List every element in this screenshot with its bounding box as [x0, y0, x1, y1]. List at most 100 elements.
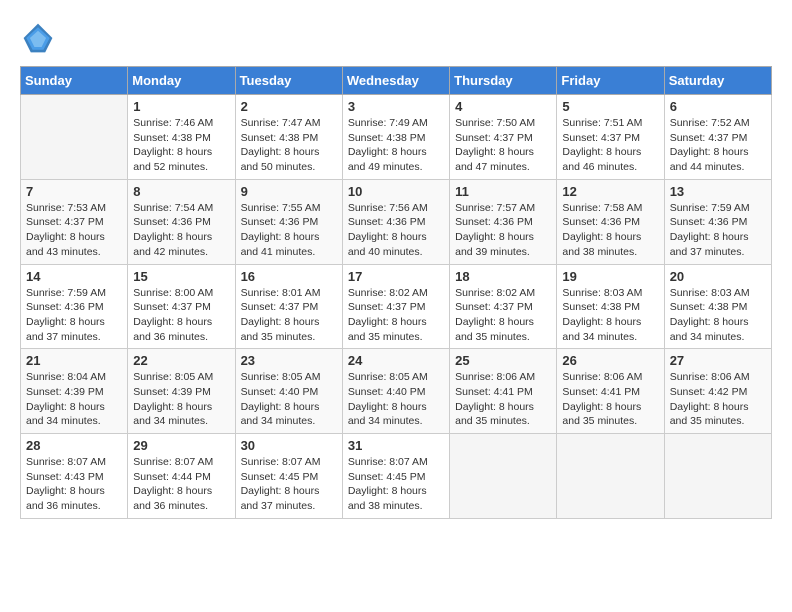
day-info: Sunrise: 7:47 AM Sunset: 4:38 PM Dayligh… [241, 116, 337, 175]
day-info: Sunrise: 8:01 AM Sunset: 4:37 PM Dayligh… [241, 286, 337, 345]
weekday-header-row: SundayMondayTuesdayWednesdayThursdayFrid… [21, 67, 772, 95]
calendar-cell: 21 Sunrise: 8:04 AM Sunset: 4:39 PM Dayli… [21, 349, 128, 434]
day-number: 11 [455, 184, 551, 199]
day-number: 24 [348, 353, 444, 368]
day-info: Sunrise: 7:55 AM Sunset: 4:36 PM Dayligh… [241, 201, 337, 260]
calendar-cell: 10 Sunrise: 7:56 AM Sunset: 4:36 PM Dayli… [342, 179, 449, 264]
day-info: Sunrise: 7:59 AM Sunset: 4:36 PM Dayligh… [670, 201, 766, 260]
calendar-cell [21, 95, 128, 180]
weekday-header-monday: Monday [128, 67, 235, 95]
calendar-cell: 7 Sunrise: 7:53 AM Sunset: 4:37 PM Daylig… [21, 179, 128, 264]
day-number: 5 [562, 99, 658, 114]
day-info: Sunrise: 8:00 AM Sunset: 4:37 PM Dayligh… [133, 286, 229, 345]
calendar-cell: 13 Sunrise: 7:59 AM Sunset: 4:36 PM Dayli… [664, 179, 771, 264]
day-number: 23 [241, 353, 337, 368]
day-number: 13 [670, 184, 766, 199]
calendar-cell: 29 Sunrise: 8:07 AM Sunset: 4:44 PM Dayli… [128, 434, 235, 519]
day-info: Sunrise: 7:58 AM Sunset: 4:36 PM Dayligh… [562, 201, 658, 260]
day-number: 2 [241, 99, 337, 114]
day-number: 17 [348, 269, 444, 284]
day-number: 28 [26, 438, 122, 453]
day-number: 8 [133, 184, 229, 199]
day-info: Sunrise: 7:54 AM Sunset: 4:36 PM Dayligh… [133, 201, 229, 260]
day-info: Sunrise: 8:03 AM Sunset: 4:38 PM Dayligh… [562, 286, 658, 345]
calendar-cell: 12 Sunrise: 7:58 AM Sunset: 4:36 PM Dayli… [557, 179, 664, 264]
calendar-table: SundayMondayTuesdayWednesdayThursdayFrid… [20, 66, 772, 519]
day-number: 7 [26, 184, 122, 199]
day-info: Sunrise: 8:03 AM Sunset: 4:38 PM Dayligh… [670, 286, 766, 345]
page-header [20, 20, 772, 56]
calendar-week-5: 28 Sunrise: 8:07 AM Sunset: 4:43 PM Dayli… [21, 434, 772, 519]
day-number: 4 [455, 99, 551, 114]
calendar-cell: 3 Sunrise: 7:49 AM Sunset: 4:38 PM Daylig… [342, 95, 449, 180]
calendar-week-4: 21 Sunrise: 8:04 AM Sunset: 4:39 PM Dayli… [21, 349, 772, 434]
calendar-cell: 11 Sunrise: 7:57 AM Sunset: 4:36 PM Dayli… [450, 179, 557, 264]
day-number: 15 [133, 269, 229, 284]
calendar-cell: 25Sunrise: 8:06 AM Sunset: 4:41 PM Dayli… [450, 349, 557, 434]
day-info: Sunrise: 8:06 AM Sunset: 4:41 PM Dayligh… [455, 370, 551, 429]
day-info: Sunrise: 8:02 AM Sunset: 4:37 PM Dayligh… [455, 286, 551, 345]
day-number: 14 [26, 269, 122, 284]
calendar-cell: 27Sunrise: 8:06 AM Sunset: 4:42 PM Dayli… [664, 349, 771, 434]
day-info: Sunrise: 8:07 AM Sunset: 4:45 PM Dayligh… [241, 455, 337, 514]
weekday-header-friday: Friday [557, 67, 664, 95]
day-info: Sunrise: 8:02 AM Sunset: 4:37 PM Dayligh… [348, 286, 444, 345]
weekday-header-thursday: Thursday [450, 67, 557, 95]
day-info: Sunrise: 8:05 AM Sunset: 4:39 PM Dayligh… [133, 370, 229, 429]
calendar-cell: 14 Sunrise: 7:59 AM Sunset: 4:36 PM Dayli… [21, 264, 128, 349]
day-number: 20 [670, 269, 766, 284]
day-number: 1 [133, 99, 229, 114]
calendar-cell: 1 Sunrise: 7:46 AM Sunset: 4:38 PM Daylig… [128, 95, 235, 180]
calendar-cell: 20 Sunrise: 8:03 AM Sunset: 4:38 PM Dayli… [664, 264, 771, 349]
calendar-cell: 18 Sunrise: 8:02 AM Sunset: 4:37 PM Dayli… [450, 264, 557, 349]
calendar-cell: 22 Sunrise: 8:05 AM Sunset: 4:39 PM Dayli… [128, 349, 235, 434]
day-info: Sunrise: 7:56 AM Sunset: 4:36 PM Dayligh… [348, 201, 444, 260]
day-info: Sunrise: 7:53 AM Sunset: 4:37 PM Dayligh… [26, 201, 122, 260]
calendar-cell: 28 Sunrise: 8:07 AM Sunset: 4:43 PM Dayli… [21, 434, 128, 519]
calendar-cell [557, 434, 664, 519]
day-number: 29 [133, 438, 229, 453]
day-info: Sunrise: 7:57 AM Sunset: 4:36 PM Dayligh… [455, 201, 551, 260]
day-number: 16 [241, 269, 337, 284]
day-info: Sunrise: 7:46 AM Sunset: 4:38 PM Dayligh… [133, 116, 229, 175]
calendar-cell: 23 Sunrise: 8:05 AM Sunset: 4:40 PM Dayli… [235, 349, 342, 434]
day-number: 26 [562, 353, 658, 368]
day-number: 3 [348, 99, 444, 114]
calendar-week-2: 7 Sunrise: 7:53 AM Sunset: 4:37 PM Daylig… [21, 179, 772, 264]
logo [20, 20, 62, 56]
calendar-cell: 31Sunrise: 8:07 AM Sunset: 4:45 PM Dayli… [342, 434, 449, 519]
day-info: Sunrise: 7:52 AM Sunset: 4:37 PM Dayligh… [670, 116, 766, 175]
day-info: Sunrise: 7:59 AM Sunset: 4:36 PM Dayligh… [26, 286, 122, 345]
calendar-cell: 17 Sunrise: 8:02 AM Sunset: 4:37 PM Dayli… [342, 264, 449, 349]
calendar-cell: 9Sunrise: 7:55 AM Sunset: 4:36 PM Daylig… [235, 179, 342, 264]
weekday-header-saturday: Saturday [664, 67, 771, 95]
day-info: Sunrise: 8:05 AM Sunset: 4:40 PM Dayligh… [241, 370, 337, 429]
day-number: 18 [455, 269, 551, 284]
day-info: Sunrise: 7:50 AM Sunset: 4:37 PM Dayligh… [455, 116, 551, 175]
calendar-cell: 30 Sunrise: 8:07 AM Sunset: 4:45 PM Dayli… [235, 434, 342, 519]
calendar-cell: 4 Sunrise: 7:50 AM Sunset: 4:37 PM Daylig… [450, 95, 557, 180]
day-number: 27 [670, 353, 766, 368]
day-number: 12 [562, 184, 658, 199]
weekday-header-tuesday: Tuesday [235, 67, 342, 95]
calendar-cell: 15 Sunrise: 8:00 AM Sunset: 4:37 PM Dayli… [128, 264, 235, 349]
day-info: Sunrise: 7:49 AM Sunset: 4:38 PM Dayligh… [348, 116, 444, 175]
day-number: 22 [133, 353, 229, 368]
calendar-cell: 5Sunrise: 7:51 AM Sunset: 4:37 PM Daylig… [557, 95, 664, 180]
calendar-cell: 19 Sunrise: 8:03 AM Sunset: 4:38 PM Dayli… [557, 264, 664, 349]
day-number: 19 [562, 269, 658, 284]
calendar-cell: 2 Sunrise: 7:47 AM Sunset: 4:38 PM Daylig… [235, 95, 342, 180]
calendar-cell: 24Sunrise: 8:05 AM Sunset: 4:40 PM Dayli… [342, 349, 449, 434]
calendar-cell: 26Sunrise: 8:06 AM Sunset: 4:41 PM Dayli… [557, 349, 664, 434]
day-info: Sunrise: 8:04 AM Sunset: 4:39 PM Dayligh… [26, 370, 122, 429]
day-number: 21 [26, 353, 122, 368]
day-number: 6 [670, 99, 766, 114]
calendar-cell [450, 434, 557, 519]
day-number: 10 [348, 184, 444, 199]
day-number: 30 [241, 438, 337, 453]
calendar-week-3: 14 Sunrise: 7:59 AM Sunset: 4:36 PM Dayli… [21, 264, 772, 349]
day-info: Sunrise: 8:07 AM Sunset: 4:44 PM Dayligh… [133, 455, 229, 514]
weekday-header-sunday: Sunday [21, 67, 128, 95]
day-info: Sunrise: 8:07 AM Sunset: 4:43 PM Dayligh… [26, 455, 122, 514]
calendar-cell: 16 Sunrise: 8:01 AM Sunset: 4:37 PM Dayli… [235, 264, 342, 349]
